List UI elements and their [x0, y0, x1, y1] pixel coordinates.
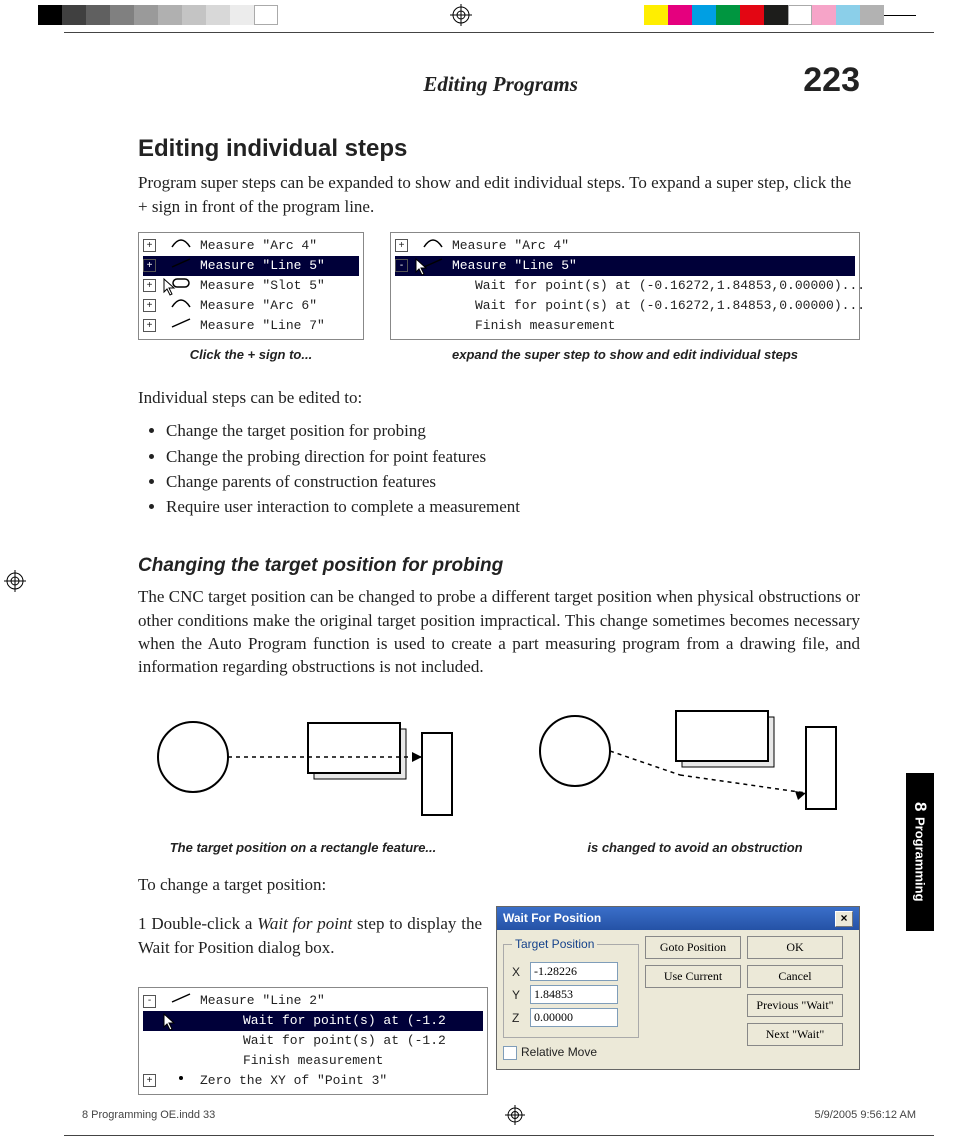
feature-icon	[170, 317, 200, 335]
intro-paragraph: Program super steps can be expanded to s…	[138, 171, 860, 218]
tree-row-label: Measure "Arc 6"	[200, 297, 317, 315]
tree-row-label: Wait for point(s) at (-0.16272,1.84853,0…	[475, 277, 865, 295]
x-input[interactable]	[530, 962, 618, 981]
axis-label: Z	[512, 1010, 530, 1027]
use-current-button[interactable]: Use Current	[645, 965, 741, 988]
running-header: Editing Programs	[198, 72, 803, 97]
feature-icon	[422, 237, 452, 255]
tree-row[interactable]: Finish measurement	[395, 316, 855, 336]
slug-timestamp: 5/9/2005 9:56:12 AM	[814, 1109, 916, 1121]
feature-icon	[170, 1072, 200, 1090]
group-legend: Target Position	[512, 936, 597, 953]
close-icon[interactable]: ×	[835, 911, 853, 927]
tree-row[interactable]: - Measure "Line 5"	[395, 256, 855, 276]
feature-icon	[170, 992, 200, 1010]
cancel-button[interactable]: Cancel	[747, 965, 843, 988]
program-tree-wait: - Measure "Line 2" Wait for point(s) at (-…	[138, 987, 488, 1095]
previous-wait--button[interactable]: Previous "Wait"	[747, 994, 843, 1017]
registration-mark-icon	[4, 570, 26, 592]
obstruction-after-diagram	[530, 693, 860, 833]
goto-position-button[interactable]: Goto Position	[645, 936, 741, 959]
list-item: Change the probing direction for point f…	[166, 445, 860, 468]
expand-icon[interactable]: +	[143, 239, 156, 252]
page-number: 223	[803, 61, 860, 100]
expand-icon[interactable]: +	[143, 1074, 156, 1087]
expand-icon[interactable]: +	[143, 279, 156, 292]
paragraph: The CNC target position can be changed t…	[138, 585, 860, 679]
colour-swatches	[644, 5, 884, 25]
tree-row[interactable]: + Measure "Line 7"	[143, 316, 359, 336]
list-item: Require user interaction to complete a m…	[166, 495, 860, 518]
relative-move-label: Relative Move	[521, 1044, 597, 1061]
program-tree-collapsed: + Measure "Arc 4" + Measure "Line 5" + Measur…	[138, 232, 364, 340]
subheading: Changing the target position for probing	[138, 553, 860, 579]
next-wait--button[interactable]: Next "Wait"	[747, 1023, 843, 1046]
lead-line: To change a target position:	[138, 873, 860, 896]
tree-row[interactable]: Wait for point(s) at (-1.2	[143, 1031, 483, 1051]
dialog-title: Wait For Position	[503, 910, 601, 927]
expand-icon[interactable]: +	[143, 259, 156, 272]
tree-row-label: Measure "Line 5"	[452, 257, 577, 275]
registration-mark-icon	[505, 1105, 525, 1125]
figure-caption: Click the + sign to...	[138, 346, 364, 364]
grayscale-swatches	[38, 5, 278, 25]
wait-for-position-dialog: Wait For Position × Target Position XYZ …	[496, 906, 860, 1070]
figure-caption: is changed to avoid an obstruction	[530, 839, 860, 857]
chapter-tab: 8 Programming	[906, 773, 934, 931]
tree-row[interactable]: Wait for point(s) at (-1.2	[143, 1011, 483, 1031]
tree-row-label: Measure "Arc 4"	[200, 237, 317, 255]
feature-icon	[170, 237, 200, 255]
tree-row-label: Measure "Arc 4"	[452, 237, 569, 255]
tree-row-label: Measure "Line 5"	[200, 257, 325, 275]
tree-row-label: Wait for point(s) at (-1.2	[243, 1032, 446, 1050]
ok-button[interactable]: OK	[747, 936, 843, 959]
step-text: 1 Double-click a Wait for point step to …	[138, 912, 482, 959]
expand-icon[interactable]: +	[143, 299, 156, 312]
target-position-group: Target Position XYZ	[503, 936, 639, 1039]
tree-row-label: Finish measurement	[243, 1052, 383, 1070]
trim-line	[884, 15, 916, 16]
tree-row[interactable]: Wait for point(s) at (-0.16272,1.84853,0…	[395, 296, 855, 316]
tree-row-label: Wait for point(s) at (-0.16272,1.84853,0…	[475, 297, 865, 315]
feature-icon	[170, 257, 200, 275]
lead-line: Individual steps can be edited to:	[138, 386, 860, 409]
bullet-list: Change the target position for probing Ch…	[166, 419, 860, 519]
tree-row[interactable]: Wait for point(s) at (-0.16272,1.84853,0…	[395, 276, 855, 296]
expand-icon[interactable]: -	[143, 995, 156, 1008]
tree-row-label: Measure "Line 2"	[200, 992, 325, 1010]
tree-row[interactable]: + Measure "Slot 5"	[143, 276, 359, 296]
relative-move-checkbox[interactable]	[503, 1046, 517, 1060]
figure-caption: expand the super step to show and edit i…	[390, 346, 860, 364]
page: Editing Programs 223 Editing individual …	[64, 32, 934, 1136]
registration-mark-icon	[450, 4, 472, 26]
tree-row[interactable]: Finish measurement	[143, 1051, 483, 1071]
z-input[interactable]	[530, 1008, 618, 1027]
feature-icon	[170, 297, 200, 315]
tree-row[interactable]: + Measure "Arc 4"	[395, 236, 855, 256]
y-input[interactable]	[530, 985, 618, 1004]
list-item: Change parents of construction features	[166, 470, 860, 493]
tree-row[interactable]: - Measure "Line 2"	[143, 991, 483, 1011]
tree-row-label: Wait for point(s) at (-1.2	[243, 1012, 446, 1030]
expand-icon[interactable]: +	[395, 239, 408, 252]
program-tree-expanded: +Measure "Arc 4"-Measure "Line 5"Wait fo…	[390, 232, 860, 340]
tree-row-label: Zero the XY of "Point 3"	[200, 1072, 387, 1090]
tree-row[interactable]: + Measure "Line 5"	[143, 256, 359, 276]
tree-row[interactable]: + Measure "Arc 6"	[143, 296, 359, 316]
tree-row-label: Measure "Slot 5"	[200, 277, 325, 295]
axis-label: X	[512, 964, 530, 981]
obstruction-before-diagram	[138, 693, 468, 833]
tree-row[interactable]: + Zero the XY of "Point 3"	[143, 1071, 483, 1091]
expand-icon[interactable]: -	[395, 259, 408, 272]
tree-row[interactable]: + Measure "Arc 4"	[143, 236, 359, 256]
figure-caption: The target position on a rectangle featu…	[138, 839, 468, 857]
tree-row-label: Measure "Line 7"	[200, 317, 325, 335]
axis-label: Y	[512, 987, 530, 1004]
expand-icon[interactable]: +	[143, 319, 156, 332]
slug-file: 8 Programming OE.indd 33	[82, 1109, 215, 1121]
printer-color-bars	[0, 0, 954, 26]
list-item: Change the target position for probing	[166, 419, 860, 442]
tree-row-label: Finish measurement	[475, 317, 615, 335]
section-heading: Editing individual steps	[138, 132, 860, 165]
